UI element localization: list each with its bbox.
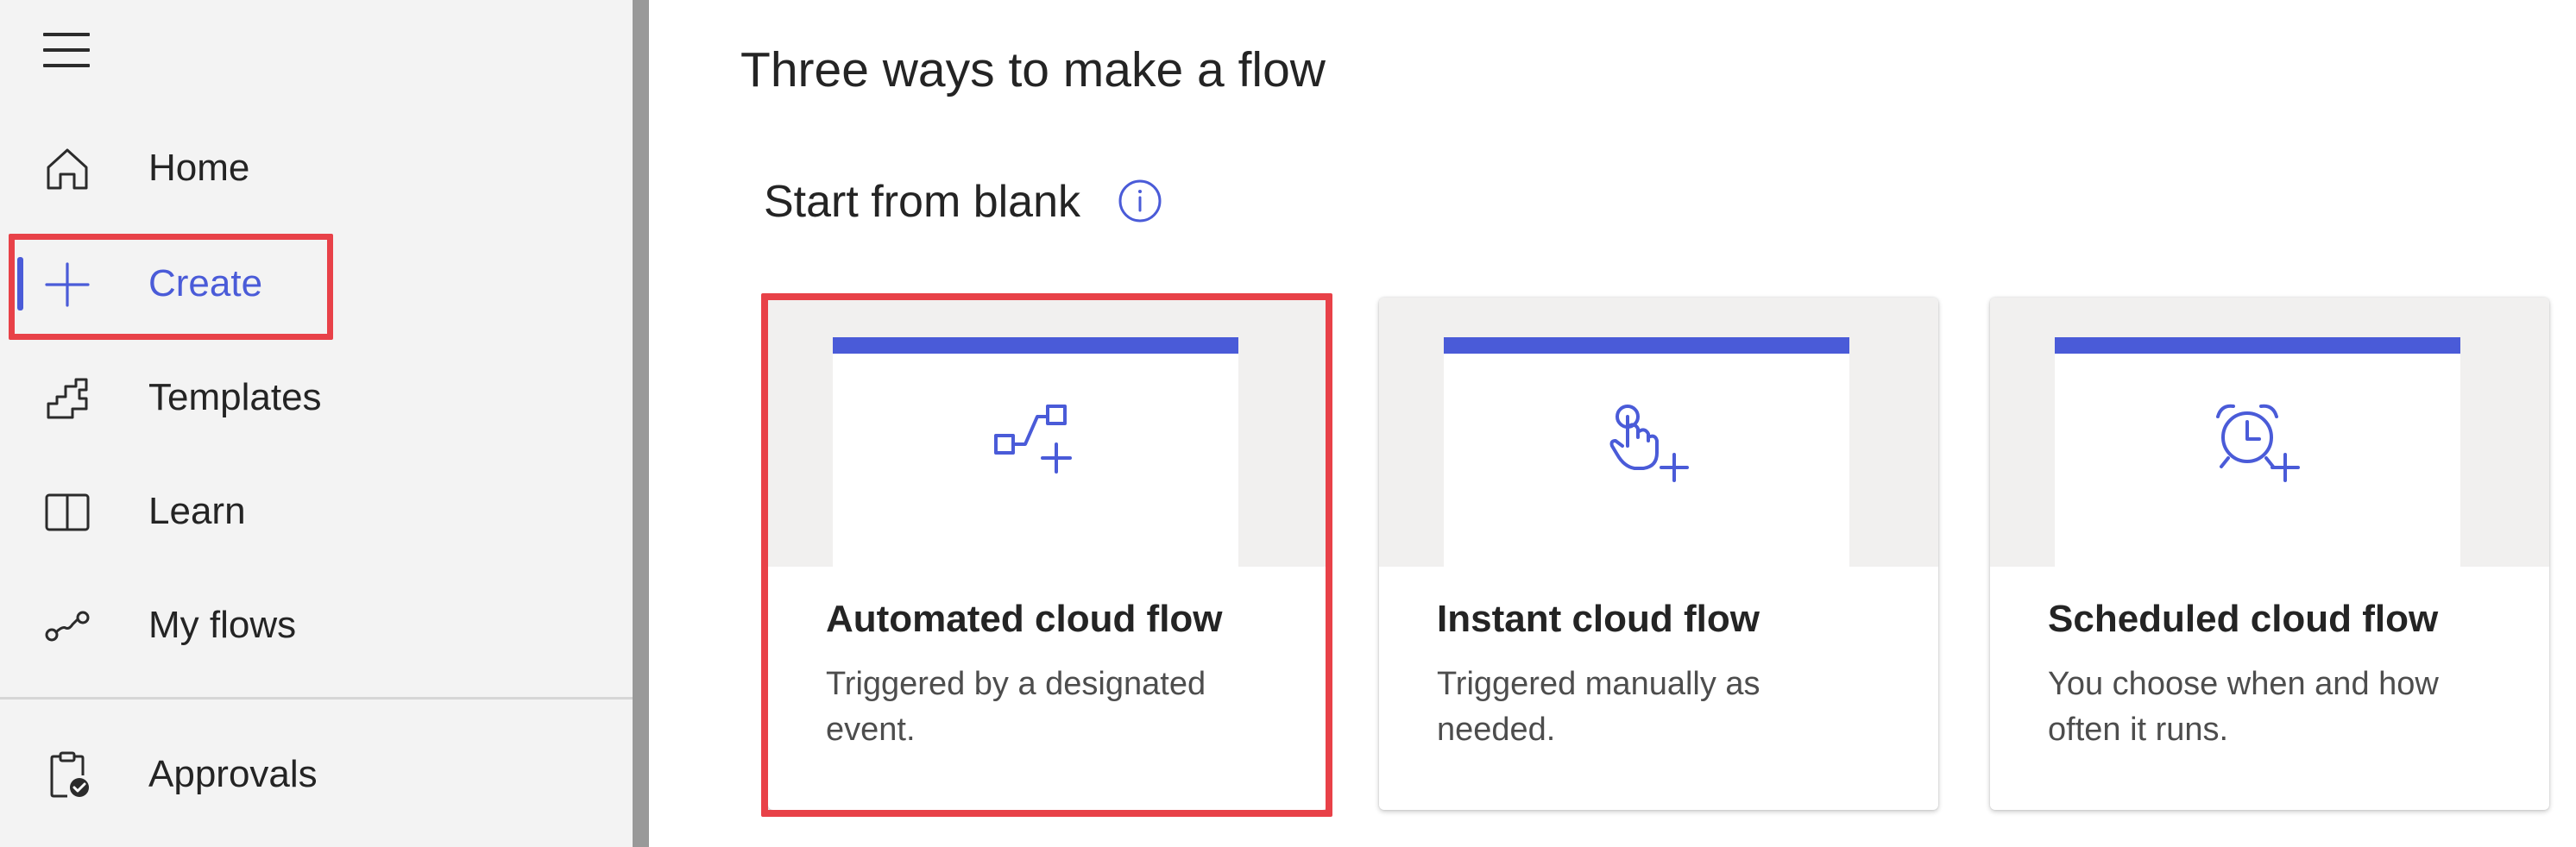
sidebar-divider <box>633 0 649 847</box>
info-icon[interactable] <box>1117 178 1163 224</box>
scheduled-flow-icon <box>2211 398 2306 493</box>
automated-card-highlight-box <box>761 293 1332 817</box>
home-icon <box>41 143 93 195</box>
page-title: Three ways to make a flow <box>740 42 1326 97</box>
card-illustration <box>1379 298 1938 567</box>
sidebar-item-label: Learn <box>148 490 246 532</box>
sidebar-item-templates[interactable]: Templates <box>0 350 633 445</box>
sidebar: Home Create Templates Learn My flows App… <box>0 0 633 847</box>
card-title: Scheduled cloud flow <box>2048 598 2439 640</box>
card-illustration-bar <box>2055 337 2460 354</box>
templates-icon <box>41 373 93 424</box>
sidebar-item-home[interactable]: Home <box>0 121 633 216</box>
card-description: You choose when and how often it runs. <box>2048 666 2439 748</box>
instant-flow-icon <box>1600 398 1695 493</box>
card-illustration-bar <box>1444 337 1849 354</box>
section-title: Start from blank <box>764 177 1081 227</box>
card-illustration-panel <box>2055 337 2460 567</box>
approvals-icon <box>41 750 93 801</box>
sidebar-item-label: Approvals <box>148 753 318 795</box>
sidebar-separator <box>0 697 633 700</box>
sidebar-item-label: My flows <box>148 604 297 646</box>
card-description: Triggered manually as needed. <box>1437 666 1760 748</box>
sidebar-item-my-flows[interactable]: My flows <box>0 578 633 673</box>
card-title: Instant cloud flow <box>1437 598 1760 640</box>
card-scheduled-cloud-flow[interactable]: Scheduled cloud flow You choose when and… <box>1990 298 2549 810</box>
sidebar-item-label: Home <box>148 147 250 189</box>
card-illustration <box>1990 298 2549 567</box>
card-illustration-panel <box>1444 337 1849 567</box>
create-highlight-box <box>9 234 333 340</box>
hamburger-menu-icon[interactable] <box>43 33 91 69</box>
flow-icon <box>41 600 93 652</box>
book-icon <box>41 486 93 538</box>
sidebar-item-label: Templates <box>148 376 322 418</box>
card-instant-cloud-flow[interactable]: Instant cloud flow Triggered manually as… <box>1379 298 1938 810</box>
sidebar-item-approvals[interactable]: Approvals <box>0 727 633 822</box>
sidebar-item-learn[interactable]: Learn <box>0 464 633 559</box>
